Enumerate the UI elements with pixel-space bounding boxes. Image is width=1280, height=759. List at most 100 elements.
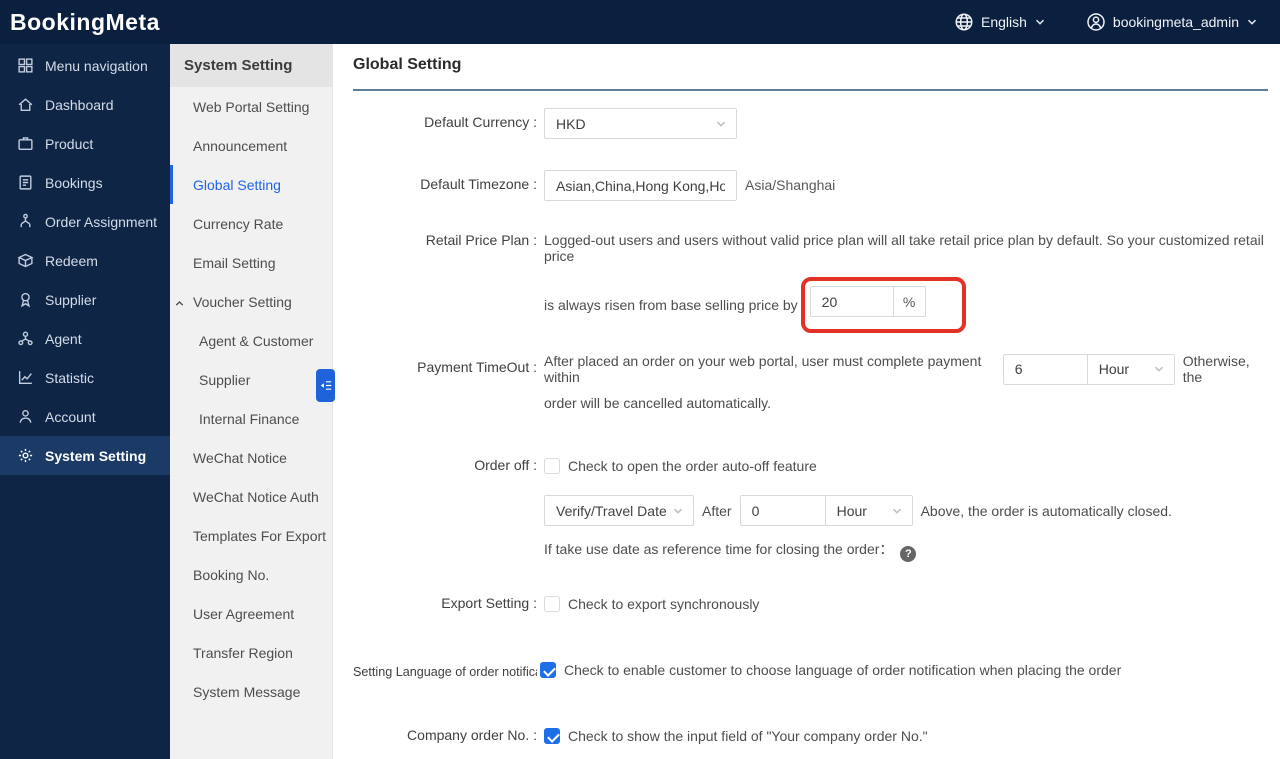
order-off-hint-text: If take use date as reference time for c… bbox=[544, 541, 894, 557]
payment-timeout-text-suffix: Otherwise, the bbox=[1182, 353, 1250, 385]
document-icon bbox=[17, 174, 34, 191]
submenu-item-label: Internal Finance bbox=[199, 410, 300, 427]
order-notification-language-label: Setting Language of order notification： bbox=[353, 665, 537, 679]
submenu-title: System Setting bbox=[170, 44, 332, 87]
default-currency-label: Default Currency : bbox=[424, 114, 537, 130]
retail-price-plan-row: Retail Price Plan : Logged-out users and… bbox=[353, 232, 1268, 333]
order-off-suffix-text: Above, the order is automatically closed… bbox=[920, 502, 1172, 519]
submenu-item-voucher-setting[interactable]: Voucher Setting bbox=[170, 282, 332, 321]
payment-timeout-value-input[interactable] bbox=[1002, 353, 1088, 385]
branch-icon bbox=[17, 213, 34, 230]
sidebar-item-label: Account bbox=[45, 408, 96, 425]
company-order-no-checkbox-text: Check to show the input field of "Your c… bbox=[568, 728, 928, 744]
username-label: bookingmeta_admin bbox=[1112, 14, 1239, 30]
language-selector[interactable]: English bbox=[954, 12, 1046, 32]
sidebar-item-agent[interactable]: Agent bbox=[0, 319, 170, 358]
submenu-item-templates-for-export[interactable]: Templates For Export bbox=[170, 516, 332, 555]
sidebar-collapse-button[interactable] bbox=[316, 369, 335, 402]
submenu-item-system-message[interactable]: System Message bbox=[170, 672, 332, 711]
export-setting-checkbox-text: Check to export synchronously bbox=[568, 596, 760, 612]
payment-timeout-unit-select[interactable]: Hour bbox=[1086, 353, 1175, 385]
sidebar-item-label: Agent bbox=[45, 330, 82, 347]
default-currency-select[interactable]: HKD bbox=[544, 108, 737, 139]
top-header-bar: BookingMeta English bookingmeta_admin bbox=[0, 0, 1280, 44]
app-window: BookingMeta English bookingmeta_admin Me… bbox=[0, 0, 1280, 759]
sidebar-item-bookings[interactable]: Bookings bbox=[0, 163, 170, 202]
company-order-no-checkbox[interactable] bbox=[544, 728, 560, 744]
submenu-item-user-agreement[interactable]: User Agreement bbox=[170, 594, 332, 633]
company-order-no-row: Company order No. : Check to show the in… bbox=[353, 725, 1268, 747]
export-setting-checkbox[interactable] bbox=[544, 596, 560, 612]
globe-icon bbox=[954, 12, 974, 32]
briefcase-icon bbox=[17, 135, 34, 152]
submenu-item-label: Templates For Export bbox=[193, 527, 327, 544]
payment-timeout-unit-value: Hour bbox=[1098, 361, 1130, 377]
default-currency-value: HKD bbox=[556, 115, 586, 132]
submenu-item-global-setting[interactable]: Global Setting bbox=[170, 165, 332, 204]
default-timezone-row: Default Timezone : Asia/Shanghai bbox=[353, 170, 1268, 201]
order-off-value-input[interactable] bbox=[739, 495, 826, 526]
user-menu[interactable]: bookingmeta_admin bbox=[1086, 12, 1258, 32]
submenu-item-announcement[interactable]: Announcement bbox=[170, 126, 332, 165]
submenu-item-currency-rate[interactable]: Currency Rate bbox=[170, 204, 332, 243]
order-off-label: Order off : bbox=[474, 457, 537, 473]
language-label: English bbox=[980, 14, 1027, 30]
sidebar-item-order-assignment[interactable]: Order Assignment bbox=[0, 202, 170, 241]
grid-icon bbox=[17, 57, 34, 74]
retail-price-plan-label: Retail Price Plan : bbox=[425, 232, 537, 248]
submenu-item-wechat-notice-auth[interactable]: WeChat Notice Auth bbox=[170, 477, 332, 516]
order-off-date-select[interactable]: Verify/Travel Date bbox=[544, 495, 694, 526]
system-setting-submenu: System Setting Web Portal Setting Announ… bbox=[170, 44, 333, 759]
order-off-checkbox-text: Check to open the order auto-off feature bbox=[568, 458, 817, 474]
sidebar-item-product[interactable]: Product bbox=[0, 124, 170, 163]
retail-price-plan-text-line2: is always risen from base selling price … bbox=[544, 297, 798, 313]
gear-icon bbox=[17, 447, 34, 464]
bookingmeta-logo: BookingMeta bbox=[10, 8, 160, 35]
default-timezone-input[interactable] bbox=[544, 170, 737, 201]
submenu-item-agent-customer[interactable]: Agent & Customer bbox=[170, 321, 332, 360]
retail-percent-input[interactable] bbox=[809, 286, 894, 317]
chevron-down-icon bbox=[672, 505, 684, 517]
order-off-checkbox[interactable] bbox=[544, 458, 560, 474]
submenu-item-supplier[interactable]: Supplier bbox=[170, 360, 332, 399]
submenu-item-label: Announcement bbox=[193, 137, 288, 154]
sidebar-item-system-setting[interactable]: System Setting bbox=[0, 436, 170, 475]
sidebar-item-label: Bookings bbox=[45, 174, 103, 191]
order-notification-language-row: Setting Language of order notification： … bbox=[353, 659, 1268, 681]
sidebar-item-label: Statistic bbox=[45, 369, 95, 386]
sidebar-item-supplier[interactable]: Supplier bbox=[0, 280, 170, 319]
sidebar-item-label: Dashboard bbox=[45, 96, 114, 113]
sidebar-item-redeem[interactable]: Redeem bbox=[0, 241, 170, 280]
sidebar-item-label: Product bbox=[45, 135, 94, 152]
app-body: Menu navigation Dashboard Product Bookin… bbox=[0, 44, 1280, 759]
export-setting-label: Export Setting : bbox=[441, 595, 537, 611]
sidebar-item-dashboard[interactable]: Dashboard bbox=[0, 85, 170, 124]
submenu-item-transfer-region[interactable]: Transfer Region bbox=[170, 633, 332, 672]
submenu-item-wechat-notice[interactable]: WeChat Notice bbox=[170, 438, 332, 477]
submenu-item-email-setting[interactable]: Email Setting bbox=[170, 243, 332, 282]
submenu-item-web-portal-setting[interactable]: Web Portal Setting bbox=[170, 87, 332, 126]
submenu-item-label: Transfer Region bbox=[193, 644, 293, 661]
submenu-item-label: Currency Rate bbox=[193, 215, 284, 232]
sidebar-item-menu-navigation[interactable]: Menu navigation bbox=[0, 46, 170, 85]
header-right-controls: English bookingmeta_admin bbox=[954, 12, 1258, 32]
chevron-down-icon bbox=[1153, 363, 1165, 375]
home-icon bbox=[17, 96, 34, 113]
order-notification-language-checkbox[interactable] bbox=[540, 662, 556, 678]
sidebar-item-account[interactable]: Account bbox=[0, 397, 170, 436]
order-off-after-text: After bbox=[702, 502, 732, 519]
order-off-unit-select[interactable]: Hour bbox=[824, 495, 913, 526]
default-timezone-label: Default Timezone : bbox=[420, 176, 537, 192]
question-circle-icon[interactable] bbox=[900, 546, 917, 562]
sidebar-item-label: Redeem bbox=[45, 252, 98, 269]
submenu-item-label: Web Portal Setting bbox=[193, 98, 310, 115]
sidebar-item-label: Supplier bbox=[45, 291, 97, 308]
submenu-item-internal-finance[interactable]: Internal Finance bbox=[170, 399, 332, 438]
sidebar-item-statistic[interactable]: Statistic bbox=[0, 358, 170, 397]
submenu-item-label: WeChat Notice Auth bbox=[193, 488, 319, 505]
order-notification-language-checkbox-text: Check to enable customer to choose langu… bbox=[564, 662, 1122, 678]
menu-fold-icon bbox=[319, 379, 332, 392]
chevron-down-icon bbox=[1034, 16, 1046, 28]
order-off-row: Order off : Check to open the order auto… bbox=[353, 455, 1268, 562]
submenu-item-booking-no[interactable]: Booking No. bbox=[170, 555, 332, 594]
